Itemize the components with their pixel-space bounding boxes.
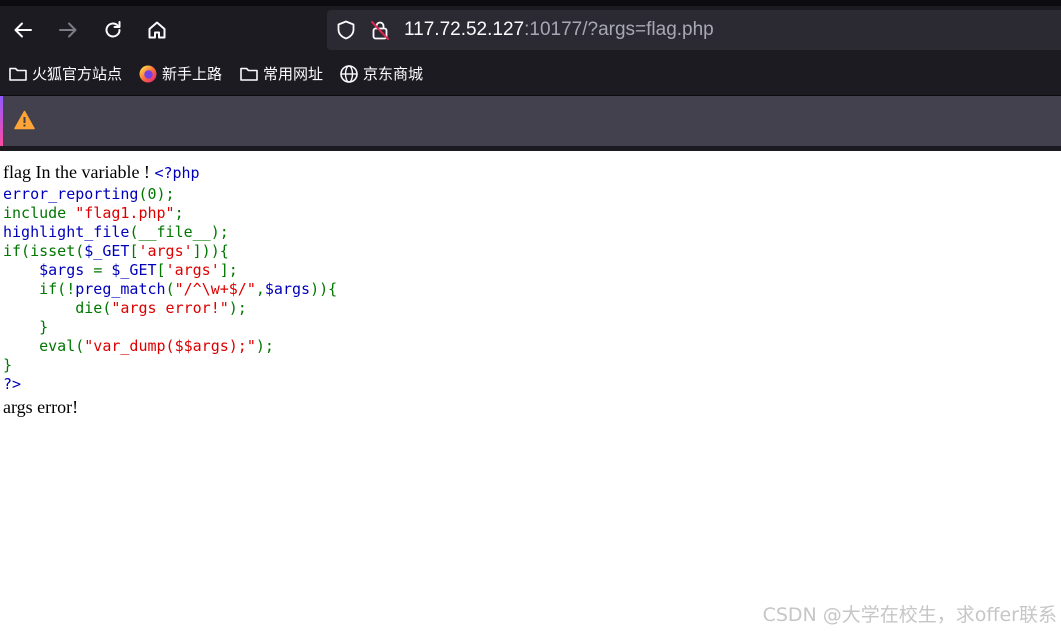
folder-icon xyxy=(240,67,258,81)
php-open-tag: <?php xyxy=(154,164,200,182)
code-line-5: $args = $_GET['args']; xyxy=(39,261,238,279)
url-path: :10177/?args=flag.php xyxy=(524,19,714,40)
code-line-3: highlight_file(__file__); xyxy=(3,223,229,241)
code-line-1: error_reporting(0); xyxy=(3,185,175,203)
back-button[interactable] xyxy=(9,16,37,44)
bookmark-label: 常用网址 xyxy=(263,65,324,83)
forward-button[interactable] xyxy=(54,16,82,44)
page-content: flag In the variable ! <?php error_repor… xyxy=(3,160,1058,419)
code-line-4: if(isset($_GET['args'])){ xyxy=(3,242,229,260)
bookmarks-toolbar: 火狐官方站点 新手上路 常用网址 京东商城 xyxy=(0,60,1061,96)
bookmark-common-sites[interactable]: 常用网址 xyxy=(239,60,323,87)
code-line-6: if(!preg_match("/^\w+$/",$args)){ xyxy=(39,280,338,298)
bookmark-label: 新手上路 xyxy=(162,65,223,83)
csdn-watermark: CSDN @大学在校生，求offer联系 xyxy=(762,604,1057,626)
php-source: error_reporting(0); include "flag1.php";… xyxy=(3,185,1058,394)
globe-icon xyxy=(340,64,358,83)
bookmark-label: 火狐官方站点 xyxy=(32,65,123,83)
home-button[interactable] xyxy=(143,16,171,44)
home-icon xyxy=(148,21,166,39)
code-line-11: ?> xyxy=(3,375,22,393)
insecure-lock-icon[interactable] xyxy=(370,20,390,40)
navigation-toolbar: 117.72.52.127:10177/?args=flag.php xyxy=(0,0,1061,60)
code-line-7: die("args error!"); xyxy=(75,299,247,317)
warning-triangle-icon xyxy=(14,110,35,130)
firefox-icon xyxy=(139,65,157,82)
address-bar[interactable]: 117.72.52.127:10177/?args=flag.php xyxy=(327,10,1061,50)
chrome-bottom-edge xyxy=(0,146,1061,151)
shield-icon[interactable] xyxy=(336,20,356,40)
bookmark-jd-mall[interactable]: 京东商城 xyxy=(339,60,423,87)
reload-button[interactable] xyxy=(99,16,127,44)
code-line-9: eval("var_dump($$args);"); xyxy=(39,337,274,355)
notification-bar xyxy=(0,96,1061,146)
notification-accent xyxy=(0,96,3,146)
tab-strip-edge xyxy=(0,0,1061,6)
code-line-8: } xyxy=(3,318,49,336)
output-text: args error! xyxy=(3,397,79,417)
folder-icon xyxy=(9,67,27,81)
intro-line: flag In the variable ! <?php xyxy=(3,160,1058,185)
bookmark-firefox-official[interactable]: 火狐官方站点 xyxy=(8,60,122,87)
reload-icon xyxy=(105,21,121,38)
bookmark-label: 京东商城 xyxy=(363,65,424,83)
browser-window: 117.72.52.127:10177/?args=flag.php 火狐官方站… xyxy=(0,0,1061,631)
url-text[interactable]: 117.72.52.127:10177/?args=flag.php xyxy=(404,19,714,41)
bookmark-getting-started[interactable]: 新手上路 xyxy=(138,60,222,87)
arrow-right-icon xyxy=(59,22,77,38)
arrow-left-icon xyxy=(14,22,32,38)
code-line-2: include "flag1.php"; xyxy=(3,204,184,222)
url-host: 117.72.52.127 xyxy=(404,19,525,40)
intro-text: flag In the variable ! xyxy=(3,162,155,182)
code-line-10: } xyxy=(3,356,13,374)
